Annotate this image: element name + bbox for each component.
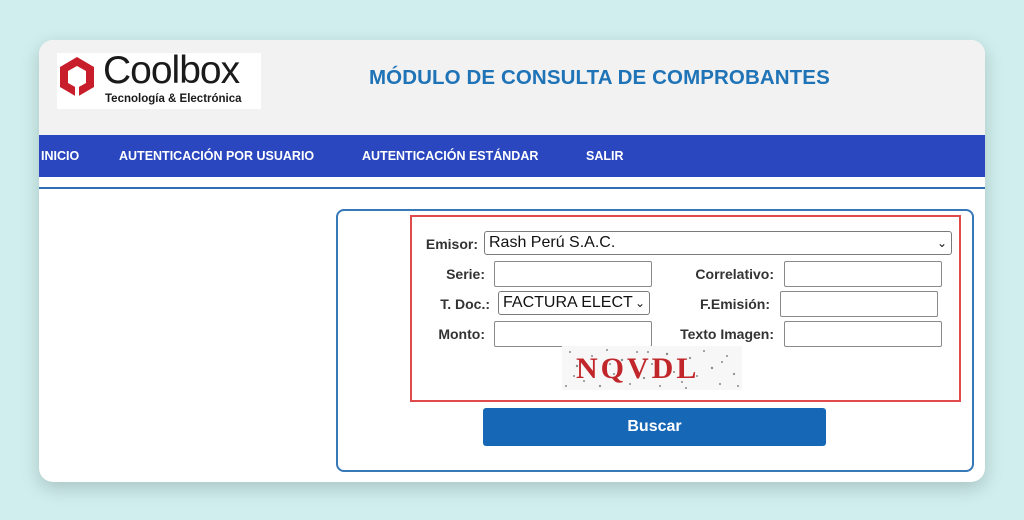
highlight-box: Emisor: Rash Perú S.A.C. ⌄ Serie: Correl… (410, 215, 961, 402)
serie-label: Serie: (446, 266, 485, 282)
serie-input[interactable] (494, 261, 652, 287)
texto-imagen-label: Texto Imagen: (680, 326, 774, 342)
tdoc-select-value: FACTURA ELECT (503, 294, 633, 311)
emisor-select[interactable]: Rash Perú S.A.C. ⌄ (484, 231, 952, 255)
emisor-label: Emisor: (425, 236, 478, 252)
page-title: MÓDULO DE CONSULTA DE COMPROBANTES (369, 66, 830, 89)
coolbox-hexagon-logo-icon (60, 57, 94, 98)
page-header: Coolbox Tecnología & Electrónica MÓDULO … (39, 40, 985, 135)
buscar-button[interactable]: Buscar (483, 408, 826, 446)
nav-item-autenticacion-estandar[interactable]: AUTENTICACIÓN ESTÁNDAR (362, 135, 538, 177)
emisor-select-value: Rash Perú S.A.C. (489, 234, 616, 251)
monto-input[interactable] (494, 321, 652, 347)
coolbox-logo: Coolbox Tecnología & Electrónica (57, 49, 261, 109)
consulta-form-panel: Emisor: Rash Perú S.A.C. ⌄ Serie: Correl… (336, 209, 974, 472)
correlativo-input[interactable] (784, 261, 942, 287)
captcha-text: NQVDL (576, 352, 699, 385)
captcha-image: NQVDL (562, 346, 742, 390)
header-divider (39, 187, 985, 189)
correlativo-label: Correlativo: (695, 266, 774, 282)
monto-label: Monto: (438, 326, 485, 342)
logo-brand-text: Coolbox (103, 49, 240, 92)
nav-item-autenticacion-usuario[interactable]: AUTENTICACIÓN POR USUARIO (119, 135, 314, 177)
main-navbar: INICIO AUTENTICACIÓN POR USUARIO AUTENTI… (39, 135, 985, 177)
chevron-down-icon: ⌄ (936, 236, 947, 250)
nav-item-salir[interactable]: SALIR (586, 135, 624, 177)
chevron-down-icon: ⌄ (634, 296, 645, 310)
tdoc-select[interactable]: FACTURA ELECT ⌄ (498, 291, 650, 315)
app-window: Coolbox Tecnología & Electrónica MÓDULO … (39, 40, 985, 482)
nav-item-inicio[interactable]: INICIO (41, 135, 79, 177)
femision-input[interactable] (780, 291, 938, 317)
texto-imagen-input[interactable] (784, 321, 942, 347)
logo-tagline: Tecnología & Electrónica (105, 93, 242, 105)
tdoc-label: T. Doc.: (440, 296, 490, 312)
femision-label: F.Emisión: (699, 296, 770, 312)
